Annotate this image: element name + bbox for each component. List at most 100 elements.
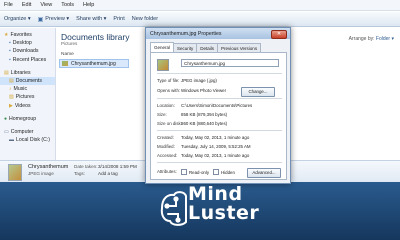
close-icon[interactable]: ✕ [271, 29, 287, 39]
documents-icon: ▤ [9, 77, 14, 84]
arrange-value: Folder ▾ [375, 36, 394, 42]
nav-recent-places[interactable]: ▪ Recent Places [0, 56, 55, 64]
details-date-value: 3/14/2008 1:59 PM [98, 164, 137, 169]
videos-icon: ▶ [9, 102, 13, 109]
change-button[interactable]: Change... [241, 87, 275, 97]
readonly-checkbox[interactable]: Read-only [181, 169, 209, 175]
menu-tools[interactable]: Tools [61, 2, 74, 8]
size-on-disk-value: 860 KB (880,640 bytes) [181, 121, 228, 126]
image-file-icon [157, 59, 169, 71]
nav-computer-label: Computer [10, 128, 34, 135]
nav-pictures[interactable]: ▨ Pictures [0, 93, 55, 101]
share-with-button[interactable]: Share with ▾ [76, 16, 106, 22]
homegroup-icon: ● [4, 115, 8, 122]
modified-key: Modified: [157, 144, 175, 149]
nav-favorites[interactable]: ★ Favorites [0, 31, 55, 39]
opens-with-value: Windows Photo Viewer [181, 88, 227, 93]
watermark-line2: Luster [188, 202, 260, 224]
dialog-title: Chrysanthemum.jpg Properties [150, 30, 222, 37]
opens-with-key: Opens with: [157, 88, 181, 93]
nav-desktop[interactable]: ▪ Desktop [0, 39, 55, 47]
preview-icon: ▣ [37, 16, 44, 23]
menu-file[interactable]: File [4, 2, 13, 8]
column-header-name[interactable]: Name [61, 52, 74, 57]
nav-downloads[interactable]: ▪ Downloads [0, 47, 55, 55]
tab-previous-versions[interactable]: Previous Versions [217, 43, 262, 52]
pictures-icon: ▨ [9, 94, 14, 101]
nav-documents-label: Documents [15, 77, 42, 84]
checkbox-box [213, 169, 219, 175]
file-item[interactable]: Chrysanthemum.jpg [59, 59, 129, 68]
details-date-key: Date taken: [74, 164, 98, 169]
preview-button[interactable]: ▣ Preview ▾ [38, 16, 70, 23]
dialog-tabs: General Security Details Previous Versio… [150, 42, 262, 52]
nav-documents[interactable]: ▤ Documents [0, 76, 55, 86]
arrange-by[interactable]: Arrange by: Folder ▾ [349, 36, 394, 42]
general-tab-panel: Chrysanthemum.jpg Type of file: JPEG ima… [150, 52, 287, 180]
nav-videos[interactable]: ▶ Videos [0, 102, 55, 110]
hidden-label: Hidden [221, 169, 235, 175]
attributes-key: Attributes: [157, 169, 177, 174]
tab-details[interactable]: Details [196, 43, 219, 52]
print-label: Print [113, 16, 125, 22]
details-thumbnail [8, 164, 22, 181]
details-tags-value[interactable]: Add a tag [98, 171, 118, 176]
separator [157, 162, 282, 163]
navigation-pane: ★ Favorites ▪ Desktop ▪ Downloads ▪ Recent P… [0, 28, 56, 160]
created-value: Today, May 02, 2013, 1 minute ago [181, 135, 250, 140]
details-type: JPEG image [28, 171, 54, 176]
libraries-icon: ▤ [4, 69, 9, 76]
created-key: Created: [157, 135, 174, 140]
nav-videos-label: Videos [14, 102, 31, 109]
recent-places-icon: ▪ [9, 56, 11, 63]
organize-button[interactable]: Organize ▾ [4, 16, 31, 22]
menu-bar: File Edit View Tools Help [0, 0, 400, 11]
details-name: Chrysanthemum [28, 164, 69, 170]
menu-view[interactable]: View [40, 2, 52, 8]
size-on-disk-key: Size on disk: [157, 121, 182, 126]
modified-value: Tuesday, July 14, 2009, 5:52:25 AM [181, 144, 251, 149]
preview-label: Preview ▾ [45, 16, 70, 22]
share-with-label: Share with ▾ [76, 16, 107, 22]
organize-label: Organize ▾ [4, 16, 31, 22]
hidden-checkbox[interactable]: Hidden [213, 169, 235, 175]
arrange-label: Arrange by: [348, 36, 375, 42]
nav-homegroup[interactable]: ● Homegroup [0, 115, 55, 123]
new-folder-button[interactable]: New folder [132, 16, 158, 22]
menu-edit[interactable]: Edit [22, 2, 31, 8]
tab-security[interactable]: Security [173, 43, 198, 52]
nav-pictures-label: Pictures [15, 94, 35, 101]
nav-desktop-label: Desktop [12, 40, 32, 47]
separator [157, 73, 282, 74]
nav-libraries[interactable]: ▤ Libraries [0, 69, 55, 77]
music-icon: ♪ [9, 86, 12, 93]
properties-dialog: Chrysanthemum.jpg Properties ✕ General S… [145, 27, 291, 184]
accessed-value: Today, May 02, 2013, 1 minute ago [181, 153, 250, 158]
new-folder-label: New folder [131, 16, 159, 22]
location-value: C:\Users\Simon\Documents\Pictures [181, 103, 253, 108]
filename-field[interactable]: Chrysanthemum.jpg [181, 59, 279, 67]
nav-recent-places-label: Recent Places [12, 56, 47, 63]
nav-music[interactable]: ♪ Music [0, 85, 55, 93]
nav-music-label: Music [13, 86, 28, 93]
menu-help[interactable]: Help [83, 2, 94, 8]
library-subtitle: Pictures [61, 41, 78, 46]
dialog-title-bar[interactable]: Chrysanthemum.jpg Properties ✕ [146, 28, 290, 39]
checkbox-box [181, 169, 187, 175]
nav-local-disk[interactable]: ▬ Local Disk (C:) [0, 136, 55, 144]
nav-libraries-label: Libraries [10, 69, 31, 76]
nav-downloads-label: Downloads [12, 48, 39, 55]
separator [157, 98, 282, 99]
advanced-button[interactable]: Advanced... [247, 168, 281, 178]
nav-local-disk-label: Local Disk (C:) [16, 137, 51, 144]
type-key: Type of file: [157, 78, 180, 83]
computer-icon: ▭ [4, 128, 9, 135]
tab-general[interactable]: General [150, 42, 175, 52]
location-key: Location: [157, 103, 175, 108]
nav-computer[interactable]: ▭ Computer [0, 128, 55, 136]
size-key: Size: [157, 112, 167, 117]
print-button[interactable]: Print [113, 16, 124, 22]
size-value: 858 KB (879,394 bytes) [181, 112, 228, 117]
details-tags-key: Tags: [74, 171, 85, 176]
accessed-key: Accessed: [157, 153, 178, 158]
